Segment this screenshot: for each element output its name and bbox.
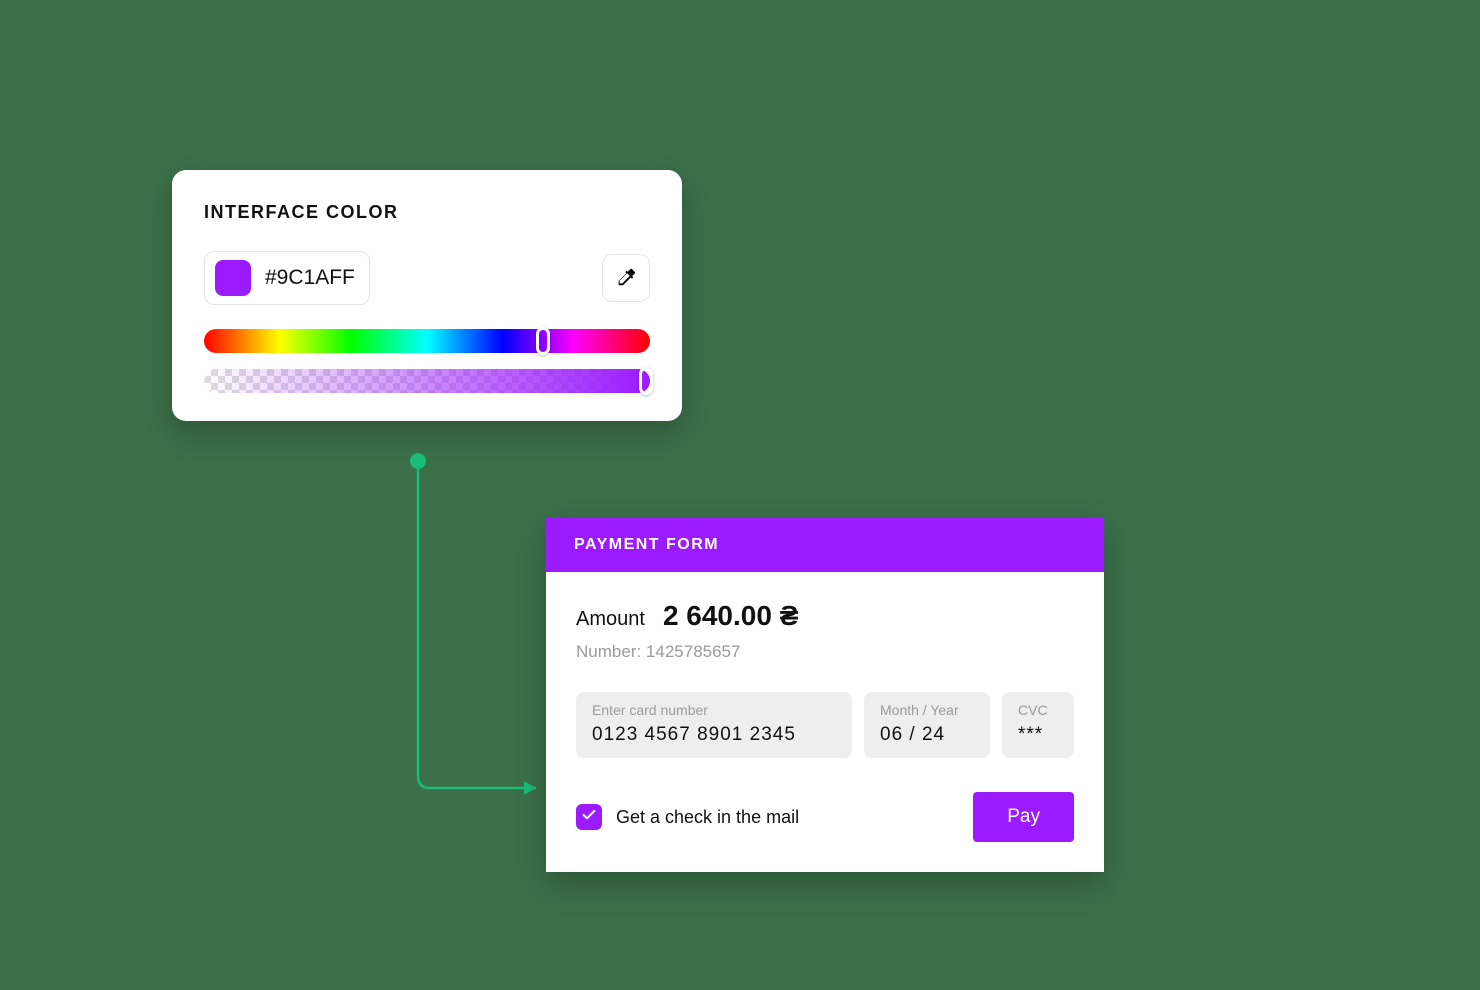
card-title: INTERFACE COLOR [204, 202, 650, 223]
hex-value: #9C1AFF [265, 266, 355, 290]
color-value-row: #9C1AFF [204, 251, 650, 305]
order-number-label: Number: [576, 642, 641, 661]
expiry-field[interactable]: Month / Year 06 / 24 [864, 692, 990, 758]
card-number-field[interactable]: Enter card number 0123 4567 8901 2345 [576, 692, 852, 758]
hue-slider[interactable] [204, 329, 650, 353]
color-swatch [215, 260, 251, 296]
card-number-value: 0123 4567 8901 2345 [592, 724, 836, 746]
cvc-value: *** [1018, 724, 1058, 746]
alpha-slider[interactable] [204, 369, 650, 393]
hue-slider-thumb[interactable] [536, 327, 550, 355]
order-number-value: 1425785657 [646, 642, 741, 661]
payment-footer-row: Get a check in the mail Pay [576, 792, 1074, 842]
eyedropper-button[interactable] [602, 254, 650, 302]
order-number-row: Number: 1425785657 [576, 642, 1074, 662]
payment-form-card: PAYMENT FORM Amount 2 640.00 ₴ Number: 1… [546, 518, 1104, 872]
interface-color-card: INTERFACE COLOR #9C1AFF [172, 170, 682, 421]
expiry-label: Month / Year [880, 702, 974, 718]
payment-form-header: PAYMENT FORM [546, 518, 1104, 572]
card-number-label: Enter card number [592, 702, 836, 718]
cvc-field[interactable]: CVC *** [1002, 692, 1074, 758]
alpha-slider-thumb[interactable] [639, 367, 653, 395]
eyedropper-icon [615, 266, 637, 291]
amount-value: 2 640.00 ₴ [663, 600, 798, 632]
amount-label: Amount [576, 608, 645, 631]
hex-input-group[interactable]: #9C1AFF [204, 251, 370, 305]
cvc-label: CVC [1018, 702, 1058, 718]
pay-button[interactable]: Pay [973, 792, 1074, 842]
mail-check-label: Get a check in the mail [616, 807, 799, 828]
mail-check-checkbox[interactable] [576, 804, 602, 830]
card-inputs-row: Enter card number 0123 4567 8901 2345 Mo… [576, 692, 1074, 758]
check-icon [581, 807, 597, 828]
expiry-value: 06 / 24 [880, 724, 974, 746]
amount-row: Amount 2 640.00 ₴ [576, 600, 1074, 632]
mail-check-option[interactable]: Get a check in the mail [576, 804, 973, 830]
